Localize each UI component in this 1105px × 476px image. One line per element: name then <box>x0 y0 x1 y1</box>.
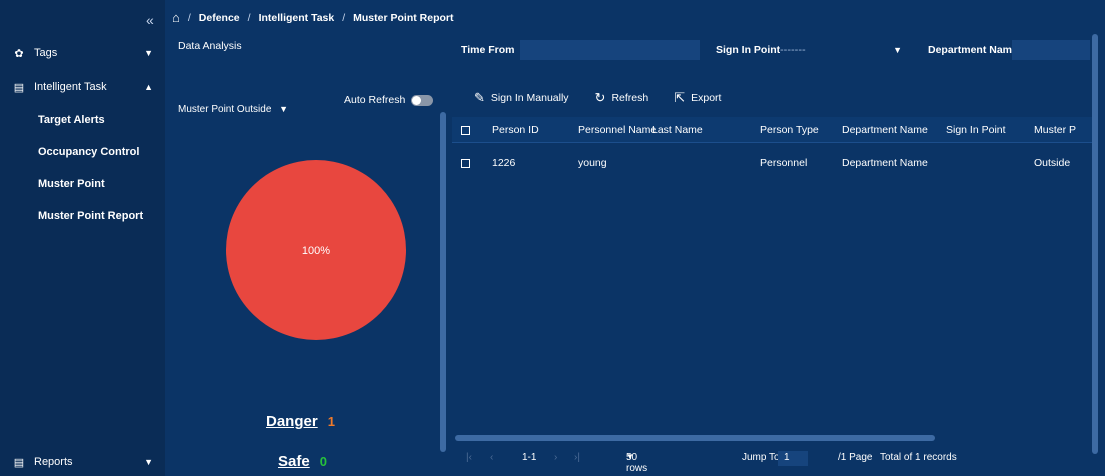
column-muster-point[interactable]: Muster P <box>1034 117 1086 143</box>
jump-to-label: Jump To <box>742 452 780 463</box>
page-range: 1-1 <box>522 452 537 463</box>
export-button[interactable]: ⇱ Export <box>674 90 721 106</box>
breadcrumb-separator: / <box>247 11 251 24</box>
cell-person-id: 1226 <box>492 157 516 169</box>
collapse-sidebar-icon[interactable]: « <box>146 12 154 28</box>
home-icon[interactable]: ⌂ <box>172 10 180 25</box>
refresh-icon: ↻ <box>594 90 606 105</box>
danger-count: 1 <box>327 414 335 429</box>
column-department-name[interactable]: Department Name <box>842 117 928 143</box>
breadcrumb-separator: / <box>342 11 346 24</box>
jump-to-value: 1 <box>784 452 790 463</box>
analysis-scrollbar[interactable] <box>440 112 446 452</box>
danger-legend: Danger 1 <box>266 413 335 430</box>
cell-person-type: Personnel <box>760 157 808 169</box>
cell-muster-point: Outside <box>1034 157 1071 169</box>
page-info: /1 Page <box>838 452 873 463</box>
safe-count: 0 <box>319 454 327 469</box>
safe-label[interactable]: Safe <box>278 453 310 470</box>
first-page-icon[interactable]: |‹ <box>466 452 472 463</box>
sidebar-item-tags[interactable]: ✿ Tags ▼ <box>0 42 165 64</box>
department-name-input[interactable] <box>1012 40 1090 60</box>
report-icon: ▤ <box>13 456 25 469</box>
breadcrumb-muster-point-report: Muster Point Report <box>353 11 454 24</box>
sidebar-item-label: Intelligent Task <box>34 81 107 93</box>
data-analysis-panel: Data Analysis Muster Point Outside ▼ Aut… <box>170 34 445 476</box>
toolbar: ✎ Sign In Manually ↻ Refresh ⇱ Export <box>474 90 721 106</box>
total-records: Total of 1 records <box>880 452 957 463</box>
pagination: |‹ ‹ 1-1 › ›| 50 rows per page ▼ Jump To… <box>466 452 1086 476</box>
sidebar-item-target-alerts[interactable]: Target Alerts <box>0 109 165 131</box>
sidebar-item-label: Reports <box>34 456 73 468</box>
next-page-icon[interactable]: › <box>554 452 557 463</box>
jump-to-input[interactable]: 1 <box>778 451 808 466</box>
sign-in-manually-label: Sign In Manually <box>490 92 569 104</box>
column-personnel-name[interactable]: Personnel Name <box>578 117 656 143</box>
sidebar-item-label: Tags <box>34 47 58 59</box>
select-all-checkbox[interactable] <box>461 117 470 143</box>
prev-page-icon[interactable]: ‹ <box>490 452 493 463</box>
sign-in-manually-button[interactable]: ✎ Sign In Manually <box>474 90 569 106</box>
export-icon: ⇱ <box>674 90 686 105</box>
clipboard-icon: ▤ <box>13 81 25 94</box>
breadcrumb-separator: / <box>187 11 191 24</box>
pie-data-label: 100% <box>302 245 330 257</box>
danger-safe-pie-chart: 100% <box>226 160 406 340</box>
breadcrumb: ⌂ / Defence / Intelligent Task / Muster … <box>172 10 453 25</box>
chevron-up-icon: ▲ <box>144 82 153 92</box>
export-label: Export <box>691 92 722 104</box>
sign-in-point-value: ------- <box>780 44 806 56</box>
table-vertical-scrollbar[interactable] <box>1092 34 1098 454</box>
last-page-icon[interactable]: ›| <box>574 452 580 463</box>
breadcrumb-intelligent-task[interactable]: Intelligent Task <box>259 12 335 24</box>
chevron-down-icon: ▼ <box>144 457 153 467</box>
chevron-down-icon: ▼ <box>626 452 634 461</box>
column-person-id[interactable]: Person ID <box>492 117 539 143</box>
chevron-down-icon: ▼ <box>893 45 902 55</box>
refresh-button[interactable]: ↻ Refresh <box>595 90 649 106</box>
sidebar-item-reports[interactable]: ▤ Reports ▼ <box>0 451 165 473</box>
cell-department-name: Department Name <box>842 157 928 169</box>
time-from-label: Time From <box>461 44 515 56</box>
time-from-input[interactable] <box>520 40 700 60</box>
sign-in-point-select[interactable]: ------- ▼ <box>760 40 912 60</box>
sidebar: « ✿ Tags ▼ ▤ Intelligent Task ▲ Target A… <box>0 0 165 476</box>
sidebar-item-intelligent-task[interactable]: ▤ Intelligent Task ▲ <box>0 76 165 98</box>
cell-personnel-name: young <box>578 157 607 169</box>
edit-icon: ✎ <box>474 90 485 105</box>
column-last-name[interactable]: Last Name <box>652 117 703 143</box>
table-horizontal-scrollbar[interactable] <box>455 435 935 441</box>
sidebar-item-muster-point-report[interactable]: Muster Point Report <box>0 205 165 227</box>
sidebar-item-muster-point[interactable]: Muster Point <box>0 173 165 195</box>
column-sign-in-point[interactable]: Sign In Point <box>946 117 1006 143</box>
safe-legend: Safe 0 <box>278 453 327 470</box>
row-checkbox[interactable] <box>461 150 470 176</box>
table-header: Person ID Personnel Name Last Name Perso… <box>452 117 1092 143</box>
danger-label[interactable]: Danger <box>266 413 318 430</box>
sidebar-item-occupancy-control[interactable]: Occupancy Control <box>0 141 165 163</box>
column-person-type[interactable]: Person Type <box>760 117 819 143</box>
table-row[interactable]: 1226 young Personnel Department Name Out… <box>452 150 1092 176</box>
department-name-label: Department Name <box>928 44 1018 56</box>
chevron-down-icon: ▼ <box>144 48 153 58</box>
breadcrumb-defence[interactable]: Defence <box>199 12 240 24</box>
gear-icon: ✿ <box>14 47 24 60</box>
refresh-label: Refresh <box>611 92 649 104</box>
